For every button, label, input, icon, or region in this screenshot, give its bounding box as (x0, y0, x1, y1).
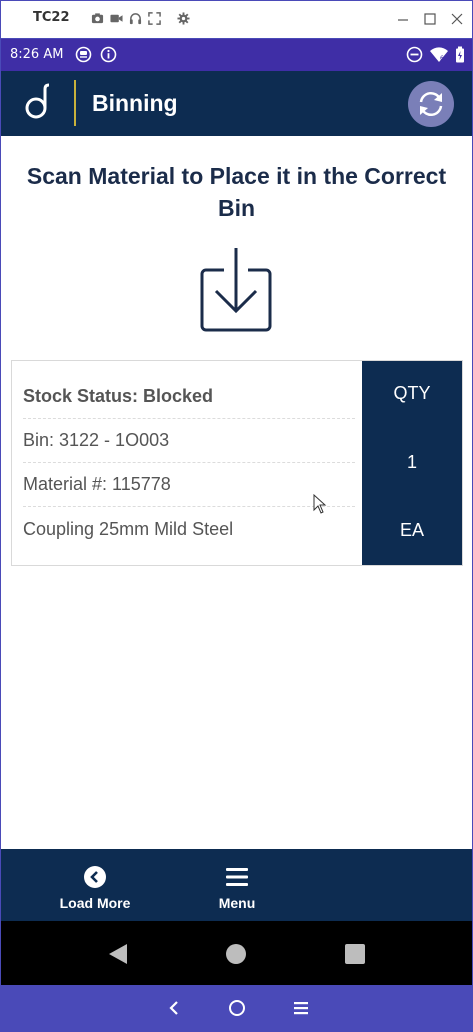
maximize-icon[interactable] (423, 10, 437, 28)
wifi-icon: 6 (430, 47, 448, 62)
menu-button[interactable]: Menu (187, 849, 287, 921)
emulator-title: TC22 (33, 10, 70, 25)
chevron-left-circle-icon (84, 866, 106, 888)
material-card[interactable]: Stock Status: Blocked Bin: 3122 - 1O003 … (11, 360, 463, 566)
refresh-button[interactable] (408, 81, 454, 127)
mouse-cursor-icon (313, 494, 327, 514)
bottom-navigation: Load More Menu (1, 849, 472, 921)
do-not-disturb-icon (406, 46, 423, 63)
hamburger-menu-icon (226, 868, 248, 886)
menu-label: Menu (218, 895, 256, 911)
minimize-icon[interactable] (396, 10, 410, 28)
status-right-icons: 6 (406, 46, 465, 63)
load-more-button[interactable]: Load More (45, 849, 145, 921)
stock-status: Stock Status: Blocked (23, 375, 355, 419)
load-more-label: Load More (59, 895, 131, 911)
menu-lines-icon[interactable] (292, 999, 310, 1017)
settings-icon[interactable] (177, 12, 190, 25)
refresh-icon (419, 92, 443, 116)
chevron-left-icon[interactable] (165, 999, 183, 1017)
device-screen: 8:26 AM 6 Binning Scan Material to Place… (0, 38, 473, 1032)
qty-value: 1 (406, 452, 417, 472)
status-bar: 8:26 AM 6 (1, 39, 472, 71)
svg-text:6: 6 (440, 55, 444, 62)
qty-unit: EA (399, 520, 424, 540)
camera-icon[interactable] (91, 12, 104, 25)
material-details: Stock Status: Blocked Bin: 3122 - 1O003 … (12, 361, 363, 565)
material-number: Material #: 115778 (23, 463, 355, 507)
android-nav-bar (1, 921, 472, 985)
qty-label: QTY (393, 383, 431, 403)
fullscreen-icon[interactable] (148, 12, 161, 25)
status-time: 8:26 AM (10, 47, 64, 62)
back-triangle-icon[interactable] (107, 943, 129, 965)
app-header: Binning (1, 71, 472, 136)
d-logo (25, 83, 50, 119)
info-icon (100, 46, 117, 63)
emulator-toolbar (91, 12, 190, 25)
headset-icon[interactable] (129, 12, 142, 25)
battery-icon (456, 46, 464, 63)
home-ring-icon[interactable] (228, 999, 246, 1017)
home-circle-icon[interactable] (225, 943, 247, 965)
download-scan-icon (200, 248, 272, 332)
emulator-titlebar: TC22 (0, 0, 473, 38)
emulator-nav-bar (1, 985, 472, 1032)
app-notification-icon (75, 46, 92, 63)
video-icon[interactable] (110, 12, 123, 25)
status-left-icons (75, 46, 117, 63)
recents-square-icon[interactable] (344, 943, 366, 965)
page-title: Binning (92, 90, 178, 116)
window-controls (396, 10, 464, 28)
material-description: Coupling 25mm Mild Steel (23, 518, 234, 539)
quantity-panel: QTY 1 EA (362, 361, 462, 565)
scan-instruction: Scan Material to Place it in the Correct… (26, 163, 447, 221)
bin-label: Bin: 3122 - 1O003 (23, 419, 355, 463)
logo-divider (74, 80, 76, 126)
close-icon[interactable] (450, 10, 464, 28)
